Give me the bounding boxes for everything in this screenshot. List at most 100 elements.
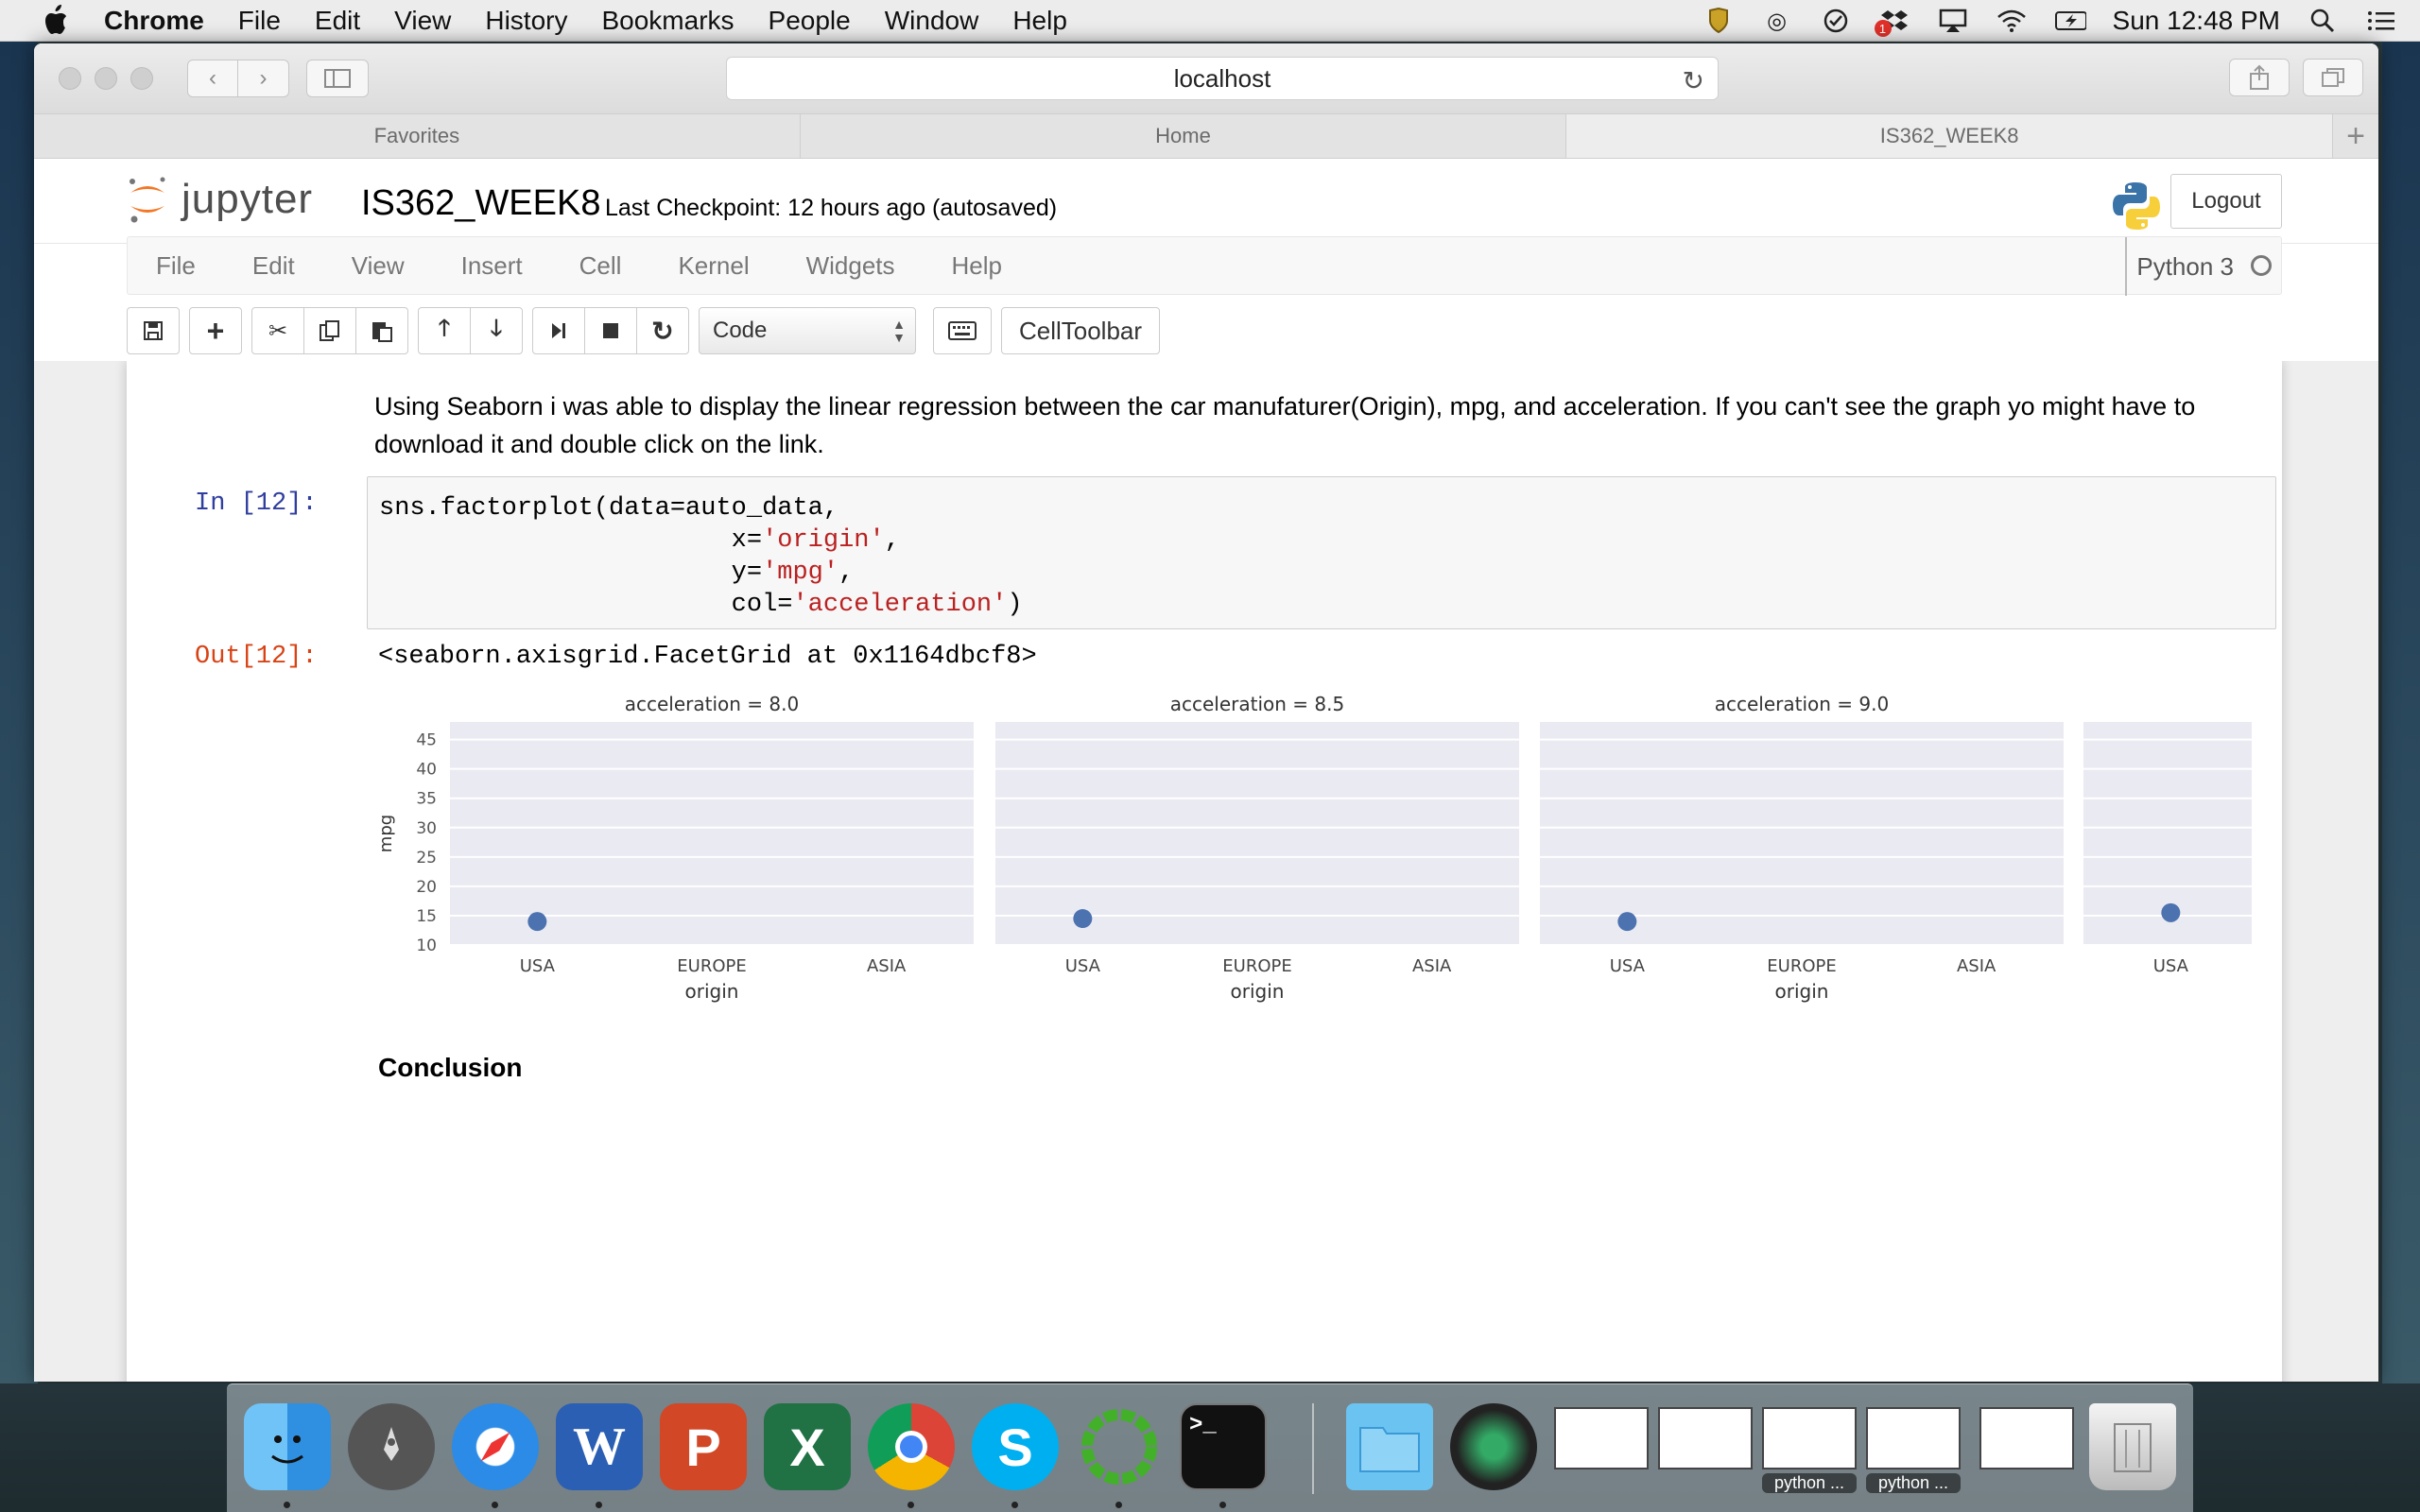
code-col-value: 'acceleration' [792, 591, 1008, 619]
menu-people[interactable]: People [769, 6, 851, 36]
terminal-icon[interactable]: >_ [1180, 1403, 1267, 1490]
desktop-background-right [2382, 42, 2420, 1383]
airplay-icon[interactable] [1937, 7, 1969, 35]
x-tick-label: USA [1065, 956, 1101, 976]
jupyter-menu-view[interactable]: View [352, 251, 405, 281]
select-arrows-icon: ▲ ▼ [892, 317, 906, 345]
terminal-running-indicator [1219, 1502, 1226, 1508]
window-thumbnail-python-2[interactable] [1866, 1407, 1961, 1469]
restart-kernel-button[interactable]: ↻ [636, 307, 689, 354]
x-tick-label: EUROPE [1767, 956, 1836, 976]
menubar-clock[interactable]: Sun 12:48 PM [2113, 6, 2280, 36]
paste-cell-button[interactable] [355, 307, 408, 354]
cut-cell-button[interactable]: ✂ [251, 307, 304, 354]
run-cell-button[interactable] [532, 307, 585, 354]
data-point [527, 912, 547, 932]
disk-utility-icon[interactable] [1450, 1403, 1537, 1490]
sidebar-toggle-button[interactable] [306, 60, 369, 97]
window-thumbnail-word[interactable] [1554, 1407, 1649, 1469]
jupyter-menu-help[interactable]: Help [952, 251, 1002, 281]
finder-icon[interactable] [244, 1403, 331, 1490]
excel-icon[interactable]: X [764, 1403, 851, 1490]
menu-history[interactable]: History [485, 6, 567, 36]
address-bar[interactable]: localhost ↻ [726, 57, 1719, 100]
jupyter-menu-edit[interactable]: Edit [252, 251, 295, 281]
command-palette-button[interactable] [933, 307, 992, 354]
word-icon[interactable]: W [556, 1403, 643, 1490]
facet-title: acceleration = 8.0 [625, 693, 799, 715]
jupyter-logo[interactable]: jupyter [127, 174, 313, 225]
anaconda-running-indicator [1115, 1502, 1122, 1508]
move-cell-up-button[interactable]: 🡑 [418, 307, 471, 354]
jupyter-menu-cell[interactable]: Cell [579, 251, 622, 281]
copy-cell-button[interactable] [303, 307, 356, 354]
safari-icon[interactable] [452, 1403, 539, 1490]
powerpoint-icon[interactable]: P [660, 1403, 747, 1490]
menu-app-name[interactable]: Chrome [104, 6, 204, 36]
desktop-background-left [0, 42, 38, 1383]
reload-icon[interactable]: ↻ [1683, 65, 1704, 96]
dock-label-python-2: python ... [1866, 1473, 1961, 1493]
dropbox-icon[interactable]: 1 [1874, 7, 1910, 37]
menu-bookmarks[interactable]: Bookmarks [601, 6, 734, 36]
y-axis-label: mpg [376, 815, 396, 852]
wifi-icon[interactable] [1996, 7, 2028, 35]
sidebar-icon [324, 69, 351, 88]
save-button[interactable] [127, 307, 180, 354]
tab-is362-week8[interactable]: IS362_WEEK8 [1566, 114, 2334, 158]
menu-file[interactable]: File [238, 6, 281, 36]
menu-window[interactable]: Window [885, 6, 979, 36]
keyboard-icon [948, 321, 977, 340]
anaconda-icon[interactable] [1076, 1403, 1163, 1490]
share-icon [2250, 64, 2269, 90]
chrome-icon[interactable] [868, 1403, 955, 1490]
tab-favorites[interactable]: Favorites [34, 114, 801, 158]
launchpad-icon[interactable] [348, 1403, 435, 1490]
window-thumbnail-finder[interactable] [1658, 1407, 1753, 1469]
back-button[interactable]: ‹ [187, 60, 238, 97]
data-point [1073, 909, 1093, 929]
y-tick-label: 10 [416, 936, 437, 955]
menu-help[interactable]: Help [1012, 6, 1067, 36]
menu-view[interactable]: View [394, 6, 451, 36]
notebook-name[interactable]: IS362_WEEK8 [361, 183, 600, 224]
insert-cell-button[interactable]: + [189, 307, 242, 354]
new-tab-button[interactable]: + [2333, 114, 2378, 158]
spotlight-search-icon[interactable] [2307, 7, 2339, 35]
word-running-indicator [596, 1502, 602, 1508]
markdown-cell[interactable]: Using Seaborn i was able to display the … [374, 387, 2256, 463]
jupyter-menu-file[interactable]: File [156, 251, 196, 281]
share-button[interactable] [2229, 59, 2290, 96]
sync-icon[interactable]: ◎ [1761, 7, 1793, 35]
zoom-window-button[interactable] [130, 67, 153, 90]
window-thumbnail-python-1[interactable] [1762, 1407, 1857, 1469]
y-tick-label: 45 [416, 731, 437, 750]
forward-button[interactable]: › [238, 60, 289, 97]
jupyter-menu-widgets[interactable]: Widgets [806, 251, 895, 281]
window-thumbnail-chrome[interactable] [1979, 1407, 2074, 1469]
jupyter-menu-kernel[interactable]: Kernel [678, 251, 749, 281]
check-circle-icon[interactable] [1820, 7, 1852, 35]
close-window-button[interactable] [59, 67, 81, 90]
jupyter-menu-insert[interactable]: Insert [461, 251, 523, 281]
skype-icon[interactable]: S [972, 1403, 1059, 1490]
apple-menu-icon[interactable] [38, 4, 72, 37]
jupyter-logo-text: jupyter [182, 176, 314, 222]
logout-button[interactable]: Logout [2170, 174, 2282, 229]
notification-center-icon[interactable] [2365, 7, 2397, 35]
move-cell-down-button[interactable]: 🡓 [470, 307, 523, 354]
trash-icon[interactable] [2089, 1403, 2176, 1490]
chevron-right-icon: › [259, 65, 268, 91]
battery-icon[interactable] [2054, 7, 2086, 35]
minimize-window-button[interactable] [95, 67, 117, 90]
cell-type-select[interactable]: Code ▲ ▼ [699, 307, 916, 354]
code-cell[interactable]: sns.factorplot(data=auto_data, x='origin… [367, 476, 2276, 629]
tab-home[interactable]: Home [801, 114, 1567, 158]
celltoolbar-button[interactable]: CellToolbar [1001, 307, 1160, 354]
interrupt-kernel-button[interactable] [584, 307, 637, 354]
show-tabs-button[interactable] [2303, 59, 2363, 96]
dock: W P X S >_ python ... python ... [227, 1383, 2193, 1512]
shield-icon[interactable] [1703, 7, 1735, 35]
menu-edit[interactable]: Edit [315, 6, 360, 36]
applications-folder-icon[interactable] [1346, 1403, 1433, 1490]
